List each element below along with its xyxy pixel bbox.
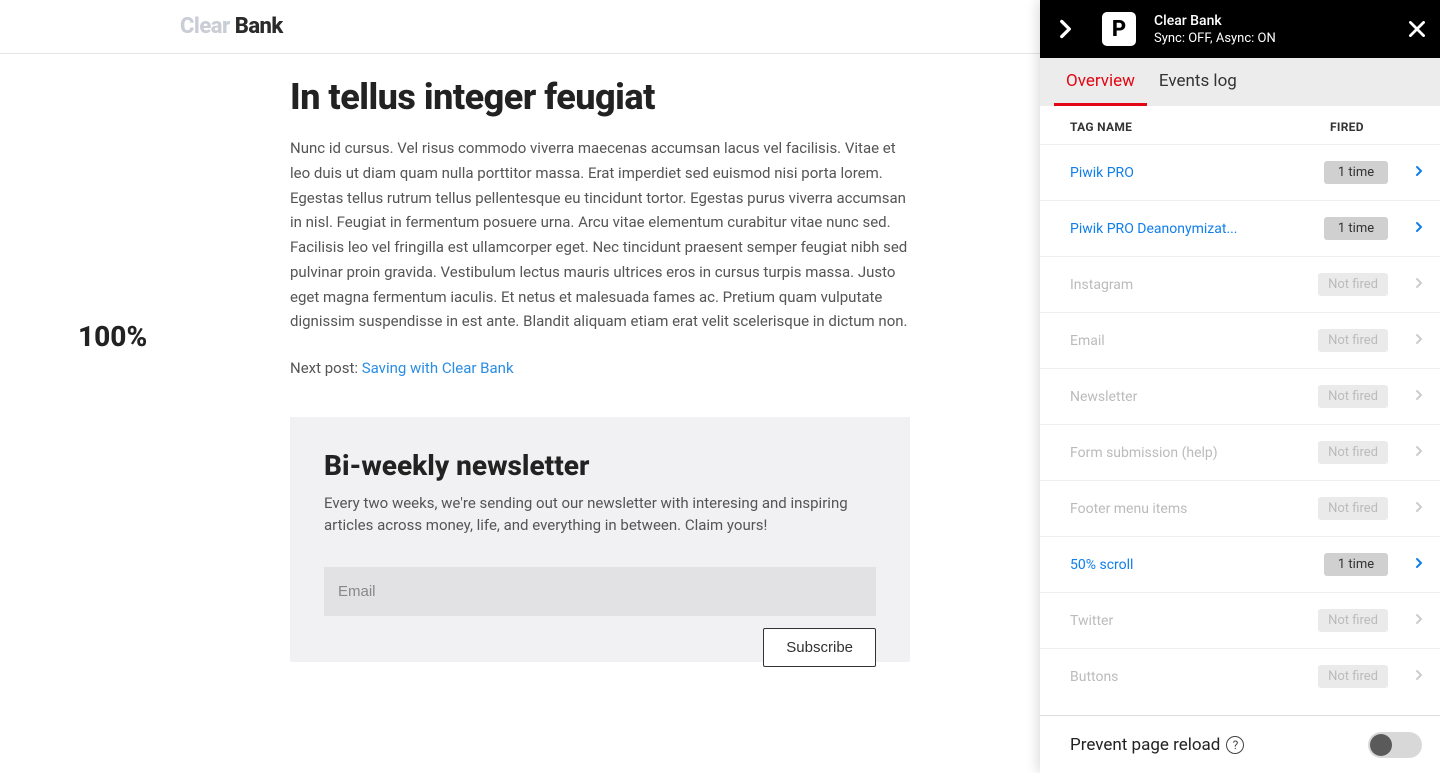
email-field[interactable] — [324, 567, 876, 616]
newsletter-title: Bi-weekly newsletter — [324, 449, 876, 482]
expand-button[interactable] — [1052, 16, 1078, 42]
tag-name: Email — [1070, 333, 1318, 349]
tag-row[interactable]: NewsletterNot fired — [1040, 368, 1440, 424]
fired-badge: Not fired — [1318, 609, 1388, 632]
chevron-right-icon — [1388, 221, 1424, 237]
tag-list[interactable]: Piwik PRO1 timePiwik PRO Deanonymizat...… — [1040, 144, 1440, 715]
tag-row[interactable]: TwitterNot fired — [1040, 592, 1440, 648]
article-title: In tellus integer feugiat — [290, 76, 910, 118]
next-post-label: Next post: — [290, 359, 362, 377]
scroll-percent-indicator: 100% — [78, 320, 147, 353]
tag-name: Form submission (help) — [1070, 445, 1318, 461]
panel-subtitle: Sync: OFF, Async: ON — [1154, 31, 1276, 46]
panel-title: Clear Bank — [1154, 13, 1276, 29]
table-header: TAG NAME FIRED — [1040, 106, 1440, 144]
logo-word-clear: Clear — [180, 14, 230, 39]
tag-row[interactable]: Form submission (help)Not fired — [1040, 424, 1440, 480]
chevron-right-icon — [1388, 613, 1424, 629]
next-post-link[interactable]: Saving with Clear Bank — [362, 359, 514, 377]
article-body: Nunc id cursus. Vel risus commodo viverr… — [290, 136, 910, 334]
chevron-right-icon — [1388, 445, 1424, 461]
panel-footer: Prevent page reload ? — [1040, 715, 1440, 773]
tag-name: Instagram — [1070, 277, 1318, 293]
fired-badge: Not fired — [1318, 273, 1388, 296]
chevron-right-icon — [1388, 277, 1424, 293]
logo-word-bank: Bank — [230, 14, 283, 39]
tab-overview[interactable]: Overview — [1054, 58, 1147, 106]
chevron-right-icon — [1388, 557, 1424, 573]
fired-badge: Not fired — [1318, 497, 1388, 520]
chevron-right-icon — [1388, 389, 1424, 405]
newsletter-desc: Every two weeks, we're sending out our n… — [324, 492, 876, 537]
debug-panel: P Clear Bank Sync: OFF, Async: ON Overvi… — [1040, 0, 1440, 773]
piwik-logo-icon: P — [1102, 12, 1136, 46]
panel-tabs: Overview Events log — [1040, 58, 1440, 106]
fired-badge: 1 time — [1324, 553, 1388, 576]
col-tag-name: TAG NAME — [1070, 120, 1330, 134]
fired-badge: Not fired — [1318, 329, 1388, 352]
tab-events-log[interactable]: Events log — [1147, 58, 1249, 106]
help-icon[interactable]: ? — [1226, 736, 1244, 754]
chevron-right-icon — [1388, 333, 1424, 349]
fired-badge: 1 time — [1324, 217, 1388, 240]
tag-row[interactable]: Piwik PRO1 time — [1040, 144, 1440, 200]
prevent-reload-toggle[interactable] — [1368, 732, 1422, 758]
panel-header: P Clear Bank Sync: OFF, Async: ON — [1040, 0, 1440, 58]
fired-badge: 1 time — [1324, 161, 1388, 184]
newsletter-box: Bi-weekly newsletter Every two weeks, we… — [290, 417, 910, 662]
close-button[interactable] — [1406, 18, 1428, 40]
tag-row[interactable]: ButtonsNot fired — [1040, 648, 1440, 704]
subscribe-button[interactable]: Subscribe — [763, 628, 876, 667]
tag-row[interactable]: InstagramNot fired — [1040, 256, 1440, 312]
tag-name: Piwik PRO Deanonymizat... — [1070, 221, 1324, 237]
fired-badge: Not fired — [1318, 441, 1388, 464]
tag-name: Newsletter — [1070, 389, 1318, 405]
tag-row[interactable]: 50% scroll1 time — [1040, 536, 1440, 592]
toggle-knob — [1370, 734, 1392, 756]
prevent-reload-label: Prevent page reload ? — [1070, 735, 1244, 755]
chevron-right-icon — [1388, 669, 1424, 685]
tag-row[interactable]: Piwik PRO Deanonymizat...1 time — [1040, 200, 1440, 256]
tag-row[interactable]: EmailNot fired — [1040, 312, 1440, 368]
site-logo[interactable]: Clear Bank — [180, 14, 283, 39]
tag-name: Footer menu items — [1070, 501, 1318, 517]
tag-name: Piwik PRO — [1070, 165, 1324, 181]
chevron-right-icon — [1388, 165, 1424, 181]
tag-name: Buttons — [1070, 669, 1318, 685]
tag-name: Twitter — [1070, 613, 1318, 629]
fired-badge: Not fired — [1318, 385, 1388, 408]
panel-titles: Clear Bank Sync: OFF, Async: ON — [1154, 13, 1276, 46]
fired-badge: Not fired — [1318, 665, 1388, 688]
tag-row[interactable]: Footer menu itemsNot fired — [1040, 480, 1440, 536]
chevron-right-icon — [1388, 501, 1424, 517]
col-fired: FIRED — [1330, 120, 1420, 134]
article: In tellus integer feugiat Nunc id cursus… — [290, 76, 910, 662]
tag-name: 50% scroll — [1070, 557, 1324, 573]
next-post: Next post: Saving with Clear Bank — [290, 356, 910, 381]
